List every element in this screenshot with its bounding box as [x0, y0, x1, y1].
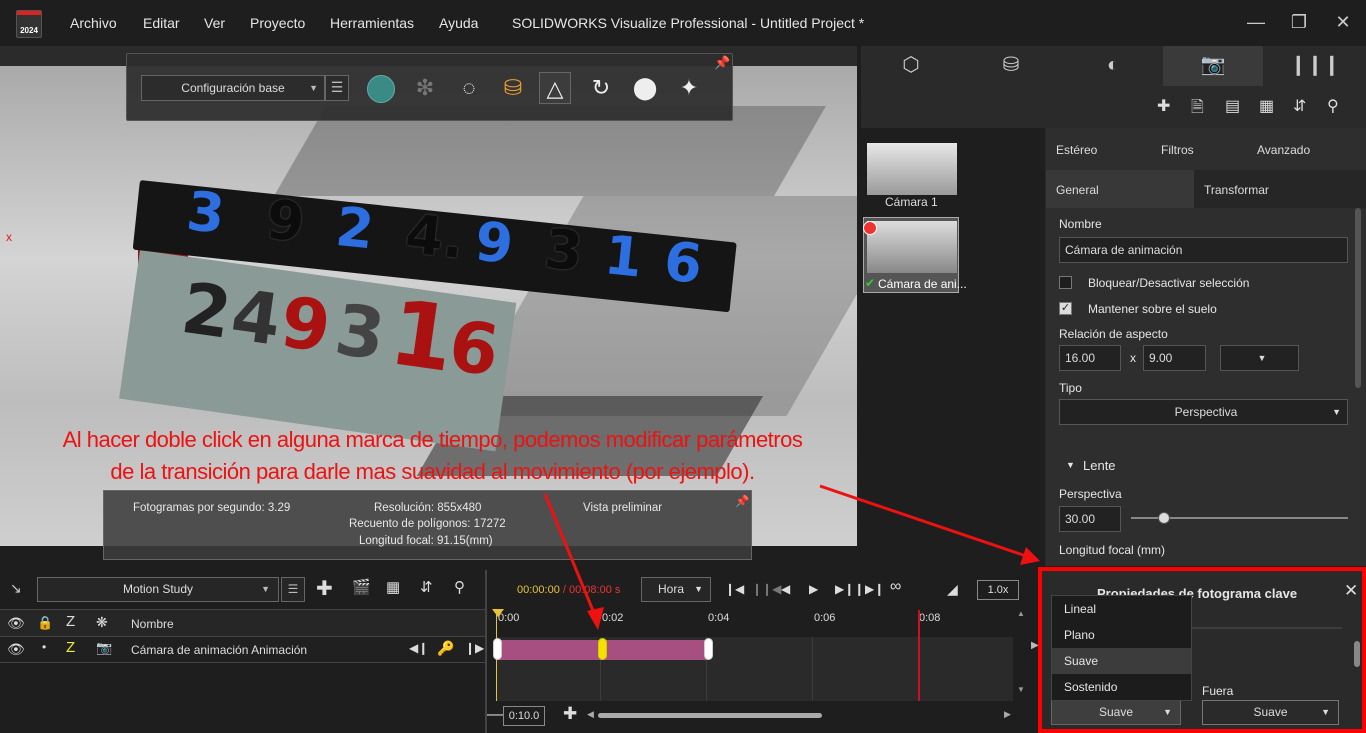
arrowhead	[587, 607, 604, 630]
annotation-arrows	[543, 484, 1040, 630]
arrow-to-panel	[819, 484, 1027, 558]
arrowhead	[1020, 547, 1040, 565]
arrow-to-keyframe	[543, 493, 598, 619]
